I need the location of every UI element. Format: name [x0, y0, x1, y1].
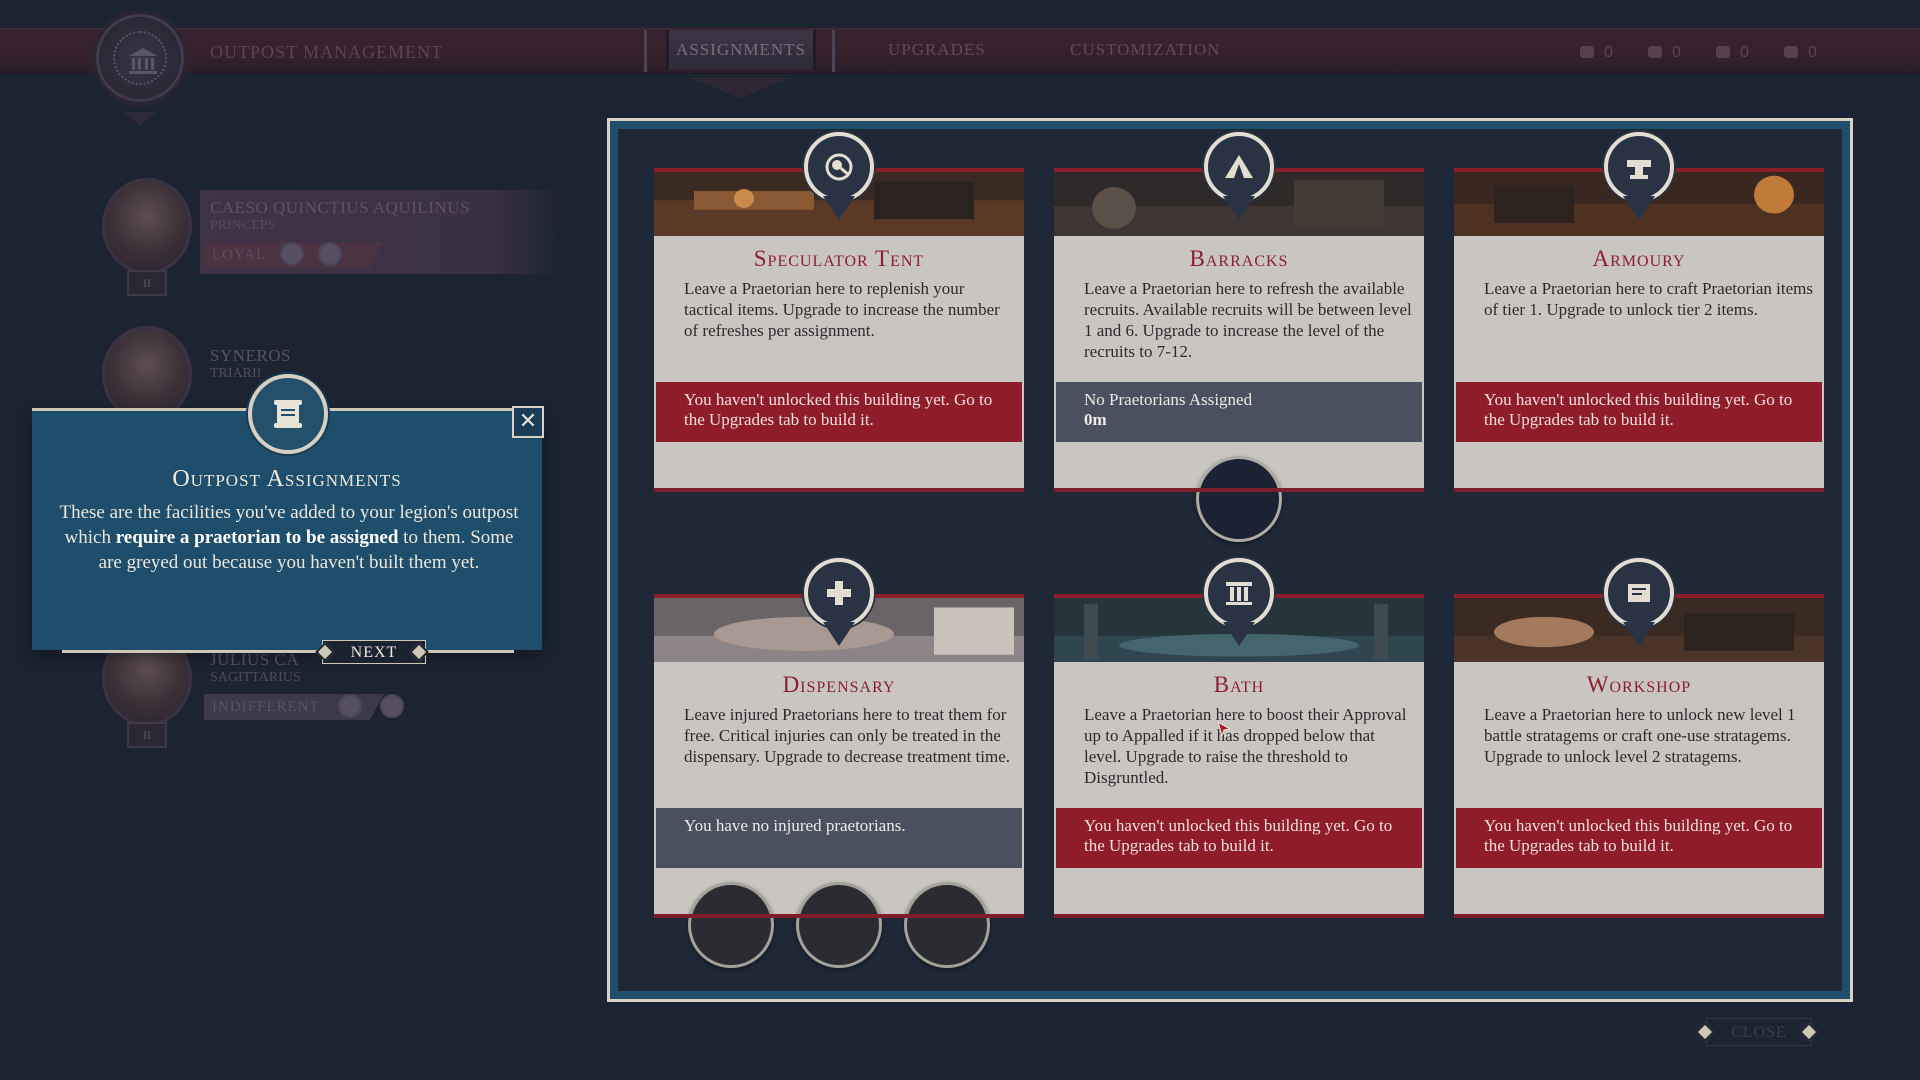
anvil-icon — [1627, 160, 1651, 179]
building-badge — [804, 132, 874, 202]
emblem-tail — [124, 112, 156, 126]
medical-cross-icon — [827, 581, 851, 605]
building-card-speculator-tent[interactable]: Speculator Tent Leave a Praetorian here … — [654, 132, 1024, 492]
building-card-barracks[interactable]: Barracks Leave a Praetorian here to refr… — [1054, 132, 1424, 542]
praetorian-slot[interactable] — [904, 882, 990, 968]
tent-icon — [1225, 155, 1253, 178]
spyglass-icon — [825, 153, 853, 181]
roster-name: Caeso Quinctius Aquilinus — [210, 198, 470, 217]
thumbs-up-icon — [280, 242, 304, 266]
card-edge — [1054, 914, 1424, 918]
bath-columns-icon — [1226, 582, 1252, 605]
roster-class: Princeps — [210, 218, 276, 233]
roster-name: Julius Ca — [210, 650, 300, 669]
building-description: Leave injured Praetorians here to treat … — [684, 705, 1011, 766]
tab-separator — [644, 30, 647, 72]
scroll-icon — [1784, 46, 1798, 58]
building-card-dispensary[interactable]: Dispensary Leave injured Praetorians her… — [654, 558, 1024, 968]
tutorial-medal — [248, 374, 328, 454]
building-title: Bath — [1213, 672, 1265, 697]
tutorial-title: Outpost Assignments — [172, 466, 402, 492]
avatar — [102, 178, 192, 274]
screen-title: Outpost Management — [210, 42, 444, 62]
tutorial-footer-rule — [62, 650, 514, 653]
temple-icon — [129, 48, 157, 74]
card-edge — [1454, 914, 1824, 918]
building-badge — [1204, 132, 1274, 202]
card-body — [1454, 662, 1824, 918]
card-edge — [654, 488, 1024, 492]
roster-name: Syneros — [210, 346, 291, 365]
building-title: Barracks — [1189, 246, 1289, 271]
locked-notice: You haven't unlocked this building yet. … — [656, 382, 1022, 442]
assignment-status: You have no injured praetorians. — [656, 808, 1022, 868]
close-button[interactable]: Close — [1706, 1018, 1812, 1046]
praetorian-slot[interactable] — [796, 882, 882, 968]
mouse-cursor-icon — [1218, 722, 1230, 736]
building-description: Leave a Praetorian here to unlock new le… — [1484, 705, 1796, 766]
locked-notice: You haven't unlocked this building yet. … — [1456, 382, 1822, 442]
card-body — [654, 662, 1024, 918]
map-scroll-icon — [1628, 584, 1650, 602]
locked-notice: You haven't unlocked this building yet. … — [1456, 808, 1822, 868]
horn-icon — [1648, 46, 1662, 58]
building-card-bath[interactable]: Bath Leave a Praetorian here to boost th… — [1054, 558, 1424, 918]
card-body — [1054, 662, 1424, 918]
building-title: Armoury — [1592, 246, 1686, 271]
card-body — [1454, 236, 1824, 492]
tutorial-text: These are the facilities you've added to… — [59, 502, 519, 573]
rank-tag: II — [127, 270, 167, 296]
building-description: Leave a Praetorian here to refresh the a… — [1084, 279, 1412, 361]
helmet-icon — [1716, 46, 1730, 58]
thumbs-up-icon — [318, 242, 342, 266]
card-body — [1054, 236, 1424, 492]
resource-horn: 0 — [1648, 44, 1681, 62]
assignment-time: 0m — [1084, 410, 1107, 429]
praetorian-slot[interactable] — [1196, 456, 1282, 542]
tab-customization[interactable]: Customization — [1070, 30, 1221, 70]
tab-assignments[interactable]: Assignments — [666, 30, 816, 70]
card-edge — [1054, 488, 1424, 492]
locked-notice: You haven't unlocked this building yet. … — [1056, 808, 1422, 868]
resource-cloud: 0 — [1580, 44, 1613, 62]
tutorial-close-button[interactable]: ✕ — [512, 406, 544, 438]
card-edge — [1454, 488, 1824, 492]
praetorian-slot[interactable] — [688, 882, 774, 968]
roster-class: Sagittarius — [210, 670, 301, 685]
rank-tag: II — [127, 722, 167, 748]
building-description: Leave a Praetorian here to replenish you… — [684, 279, 1000, 340]
building-title: Workshop — [1586, 672, 1692, 697]
roster-class: Triarii — [210, 366, 262, 381]
scroll-icon — [274, 400, 302, 428]
active-tab-caret — [690, 78, 790, 100]
hand-icon — [380, 694, 404, 718]
building-badge — [804, 558, 874, 628]
assignment-status: No Praetorians Assigned 0m — [1056, 382, 1422, 442]
building-badge — [1604, 132, 1674, 202]
card-edge — [654, 914, 1024, 918]
tab-upgrades[interactable]: Upgrades — [888, 30, 986, 70]
card-body — [654, 236, 1024, 492]
resource-helmet: 0 — [1716, 44, 1749, 62]
building-description: Leave a Praetorian here to boost their A… — [1084, 705, 1407, 787]
tab-separator — [832, 30, 835, 72]
building-title: Speculator Tent — [753, 246, 925, 271]
eye-icon — [338, 694, 362, 718]
resource-scroll: 0 — [1784, 44, 1817, 62]
building-description: Leave a Praetorian here to craft Praetor… — [1484, 279, 1813, 319]
building-badge — [1204, 558, 1274, 628]
building-badge — [1604, 558, 1674, 628]
outpost-emblem — [96, 14, 184, 102]
building-card-workshop[interactable]: Workshop Leave a Praetorian here to unlo… — [1454, 558, 1824, 918]
cloud-icon — [1580, 46, 1594, 58]
building-title: Dispensary — [782, 672, 896, 697]
building-card-armoury[interactable]: Armoury Leave a Praetorian here to craft… — [1454, 132, 1824, 492]
roster-item[interactable]: II Caeso Quinctius Aquilinus Princeps Lo… — [100, 178, 570, 296]
